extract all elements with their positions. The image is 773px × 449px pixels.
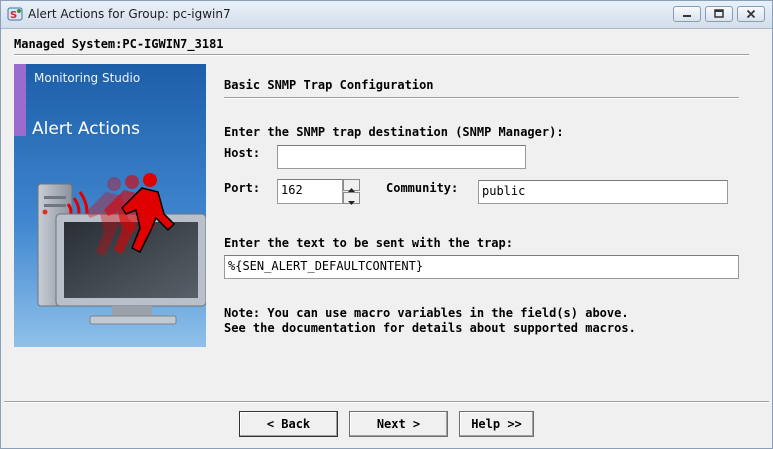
port-spinner[interactable]: [343, 179, 360, 205]
arrow-down-icon: [348, 201, 355, 205]
host-input[interactable]: [277, 145, 526, 169]
next-button[interactable]: Next >: [349, 411, 448, 437]
footer-divider: [4, 401, 769, 403]
host-label: Host:: [224, 146, 261, 160]
minimize-button[interactable]: [673, 6, 701, 22]
trap-text-label: Enter the text to be sent with the trap:: [224, 236, 513, 250]
port-increment-button[interactable]: [343, 179, 360, 192]
note-line-2: See the documentation for details about …: [224, 321, 636, 335]
back-button[interactable]: < Back: [239, 411, 338, 437]
close-icon: [746, 9, 756, 19]
destination-label: Enter the SNMP trap destination (SNMP Ma…: [224, 125, 564, 139]
community-input[interactable]: public: [478, 180, 728, 204]
form-heading-divider: [224, 97, 739, 99]
port-label: Port:: [224, 181, 261, 195]
help-button[interactable]: Help >>: [459, 411, 534, 437]
managed-system-label: Managed System:PC-IGWIN7_3181: [14, 37, 224, 51]
computer-with-running-person-illustration: Monitoring Studio Alert Actions: [14, 64, 206, 347]
snmp-app-icon: S: [7, 7, 23, 21]
alert-actions-window: S Alert Actions for Group: pc-igwin7 Man…: [0, 0, 773, 449]
banner-line2: Alert Actions: [32, 119, 140, 139]
maximize-button[interactable]: [705, 6, 733, 22]
community-label: Community:: [386, 181, 459, 195]
banner-line1: Monitoring Studio: [34, 71, 140, 85]
side-banner: Monitoring Studio Alert Actions: [14, 64, 206, 347]
trap-text-input[interactable]: %{SEN_ALERT_DEFAULTCONTENT}: [224, 255, 739, 279]
title-bar[interactable]: S Alert Actions for Group: pc-igwin7: [1, 1, 772, 29]
port-decrement-button[interactable]: [343, 192, 360, 205]
minimize-icon: [683, 15, 691, 17]
form-heading: Basic SNMP Trap Configuration: [224, 78, 434, 92]
header-divider: [14, 54, 749, 56]
svg-text:S: S: [10, 10, 17, 21]
maximize-icon: [714, 9, 724, 18]
close-button[interactable]: [737, 6, 765, 22]
note-line-1: Note: You can use macro variables in the…: [224, 306, 629, 320]
window-title: Alert Actions for Group: pc-igwin7: [28, 7, 231, 21]
port-input[interactable]: 162: [277, 179, 343, 204]
